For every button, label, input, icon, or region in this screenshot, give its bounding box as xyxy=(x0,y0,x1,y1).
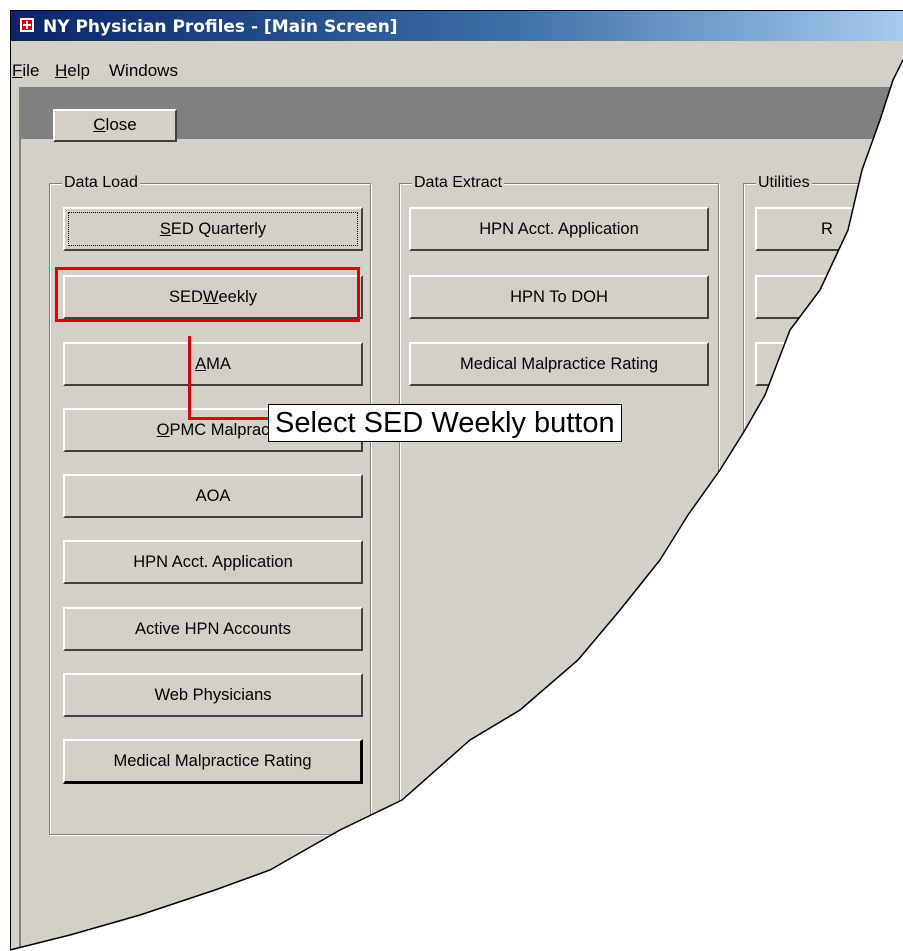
highlight-box xyxy=(55,267,360,322)
callout-text: Select SED Weekly button xyxy=(268,404,622,442)
callout-connector-vertical xyxy=(188,336,191,420)
torn-edge xyxy=(9,59,903,951)
callout-connector-horizontal xyxy=(188,417,270,420)
